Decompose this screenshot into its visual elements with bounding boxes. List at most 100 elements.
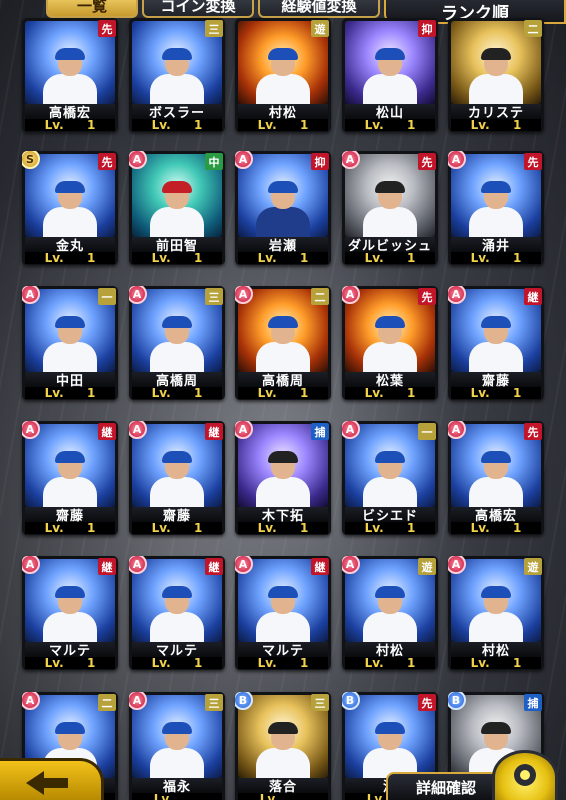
position-badge: 先 xyxy=(524,153,542,170)
level-value: 1 xyxy=(193,656,203,670)
uniform-shape xyxy=(43,477,97,507)
player-level: Lv. 1 xyxy=(345,251,435,265)
cap-shape xyxy=(268,451,298,463)
player-card[interactable]: 三ボスラー Lv. 1 xyxy=(129,18,225,132)
player-card[interactable]: A 継マルテ Lv. 1 xyxy=(235,556,331,670)
level-value: 1 xyxy=(86,251,96,265)
player-card[interactable]: A 継齋藤 Lv. 1 xyxy=(448,286,544,400)
player-figure-icon xyxy=(39,316,101,372)
position-badge: 先 xyxy=(98,20,116,37)
uniform-shape xyxy=(256,612,310,642)
level-prefix: Lv. xyxy=(44,251,64,265)
position-badge: 二 xyxy=(311,288,329,305)
player-card[interactable]: A 継齋藤 Lv. 1 xyxy=(129,421,225,535)
player-name: 高橋周 xyxy=(132,372,222,387)
player-card[interactable]: A 一中田 Lv. 1 xyxy=(22,286,118,400)
player-card[interactable]: A 遊村松 Lv. 1 xyxy=(448,556,544,670)
position-badge: 遊 xyxy=(418,558,436,575)
player-card[interactable]: A 抑岩瀬 Lv. 1 xyxy=(235,151,331,265)
player-figure-icon xyxy=(146,722,208,778)
level-prefix: Lv. xyxy=(153,792,173,800)
player-card[interactable]: 二カリステ Lv. 1 xyxy=(448,18,544,132)
level-prefix: Lv. xyxy=(257,521,277,535)
player-card[interactable]: 抑松山 Lv. 1 xyxy=(342,18,438,132)
player-card[interactable]: A 三福永 Lv. xyxy=(129,692,225,800)
player-figure-icon xyxy=(146,48,208,104)
player-name: 岩瀬 xyxy=(238,237,328,252)
player-card[interactable]: A 中前田智 Lv. 1 xyxy=(129,151,225,265)
position-badge: 抑 xyxy=(418,20,436,37)
player-card[interactable]: A 先高橋宏 Lv. 1 xyxy=(448,421,544,535)
uniform-shape xyxy=(150,207,204,237)
cap-shape xyxy=(268,316,298,328)
player-name: マルテ xyxy=(25,642,115,657)
level-prefix: Lv. xyxy=(470,251,490,265)
player-figure-icon xyxy=(359,451,421,507)
uniform-shape xyxy=(150,612,204,642)
player-card[interactable]: A 三高橋周 Lv. 1 xyxy=(129,286,225,400)
cap-shape xyxy=(481,181,511,193)
uniform-shape xyxy=(256,748,310,778)
player-card[interactable]: A 遊村松 Lv. 1 xyxy=(342,556,438,670)
player-card[interactable]: S 先金丸 Lv. 1 xyxy=(22,151,118,265)
uniform-shape xyxy=(43,207,97,237)
player-figure-icon xyxy=(359,586,421,642)
detail-confirm-button[interactable]: 詳細確認 xyxy=(386,772,506,800)
player-card[interactable]: A 継マルテ Lv. 1 xyxy=(22,556,118,670)
cap-shape xyxy=(162,181,192,193)
position-badge: 継 xyxy=(205,558,223,575)
player-card[interactable]: A 継マルテ Lv. 1 xyxy=(129,556,225,670)
player-card[interactable]: A 継齋藤 Lv. 1 xyxy=(22,421,118,535)
uniform-shape xyxy=(150,74,204,104)
cap-shape xyxy=(162,316,192,328)
player-name: 齋藤 xyxy=(451,372,541,387)
position-badge: 二 xyxy=(524,20,542,37)
player-figure-icon xyxy=(39,586,101,642)
position-badge: 継 xyxy=(205,423,223,440)
player-card[interactable]: A 二高橋周 Lv. 1 xyxy=(235,286,331,400)
player-card[interactable]: A 先ダルビッシュ Lv. 1 xyxy=(342,151,438,265)
cap-shape xyxy=(55,451,85,463)
cap-shape xyxy=(481,48,511,60)
level-value: 1 xyxy=(406,251,416,265)
level-prefix: Lv. xyxy=(366,792,386,800)
player-name: 高橋周 xyxy=(238,372,328,387)
player-name: 松山 xyxy=(345,104,435,119)
cap-shape xyxy=(55,586,85,598)
cap-shape xyxy=(375,316,405,328)
cap-shape xyxy=(481,451,511,463)
back-button[interactable] xyxy=(0,758,104,800)
position-badge: 遊 xyxy=(311,20,329,37)
level-value: 1 xyxy=(512,521,522,535)
position-badge: 継 xyxy=(311,558,329,575)
level-prefix: Lv. xyxy=(257,386,277,400)
detail-eye-icon[interactable] xyxy=(492,750,558,800)
player-level: Lv. 1 xyxy=(238,386,328,400)
player-card[interactable]: A 先松葉 Lv. 1 xyxy=(342,286,438,400)
player-name: ボスラー xyxy=(132,104,222,119)
player-level: Lv. 1 xyxy=(132,251,222,265)
player-level: Lv. 1 xyxy=(25,656,115,670)
player-level: Lv. 1 xyxy=(238,118,328,132)
player-card[interactable]: A 一ビシエド Lv. 1 xyxy=(342,421,438,535)
player-figure-icon xyxy=(359,316,421,372)
player-card[interactable]: A 捕木下拓 Lv. 1 xyxy=(235,421,331,535)
player-figure-icon xyxy=(146,451,208,507)
player-card[interactable]: 先高橋宏 Lv. 1 xyxy=(22,18,118,132)
cap-shape xyxy=(55,181,85,193)
player-card[interactable]: 遊村松 Lv. 1 xyxy=(235,18,331,132)
player-card[interactable]: B 三落合 Lv. xyxy=(235,692,331,800)
cap-shape xyxy=(268,722,298,734)
uniform-shape xyxy=(469,612,523,642)
position-badge: 遊 xyxy=(524,558,542,575)
level-prefix: Lv. xyxy=(470,118,490,132)
player-card[interactable]: A 先涌井 Lv. 1 xyxy=(448,151,544,265)
level-value: 1 xyxy=(406,521,416,535)
uniform-shape xyxy=(43,612,97,642)
cap-shape xyxy=(162,451,192,463)
player-level: Lv. 1 xyxy=(132,386,222,400)
level-value: 1 xyxy=(406,118,416,132)
uniform-shape xyxy=(43,342,97,372)
player-name: 高橋宏 xyxy=(451,507,541,522)
player-name: 福永 xyxy=(132,778,222,793)
